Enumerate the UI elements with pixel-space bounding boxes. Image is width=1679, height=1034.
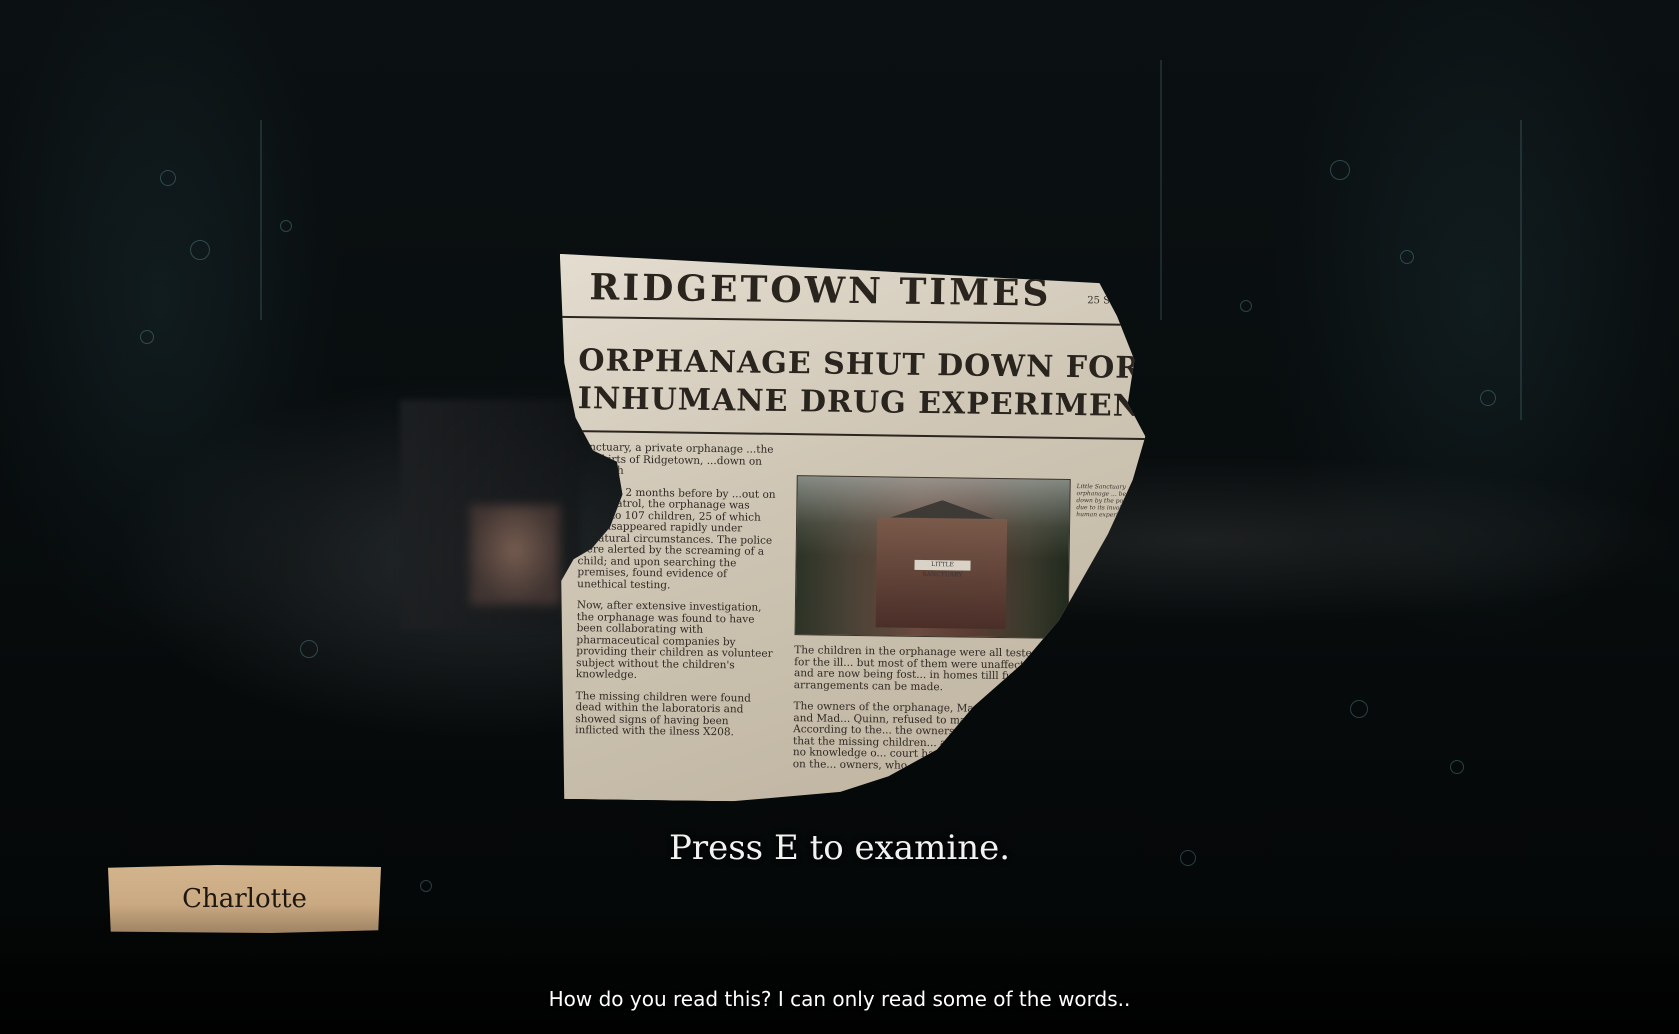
- interact-prompt: Press E to examine.: [668, 828, 1011, 868]
- background-streak: [1160, 60, 1162, 320]
- subtitle-fade: [0, 904, 1679, 1034]
- article-paragraph: Now, after extensive investigation, the …: [575, 599, 773, 681]
- background-streak: [260, 120, 262, 320]
- blurred-portrait: [470, 505, 560, 605]
- headline-rule: [557, 430, 1157, 440]
- newspaper-headline: ORPHANAGE SHUT DOWN FOR INHUMANE DRUG EX…: [578, 342, 1179, 426]
- background-streak: [1520, 120, 1522, 420]
- article-paragraph: The missing children were found dead wit…: [575, 689, 751, 739]
- orphanage-photo: LITTLE SANCTUARY: [795, 475, 1071, 639]
- masthead-rule: [559, 316, 1159, 326]
- photo-sign: LITTLE SANCTUARY: [914, 560, 970, 571]
- dialogue-subtitle: How do you read this? I can only read so…: [548, 987, 1131, 1011]
- headline-line-2: INHUMANE DRUG EXPERIMENT: [577, 381, 1165, 425]
